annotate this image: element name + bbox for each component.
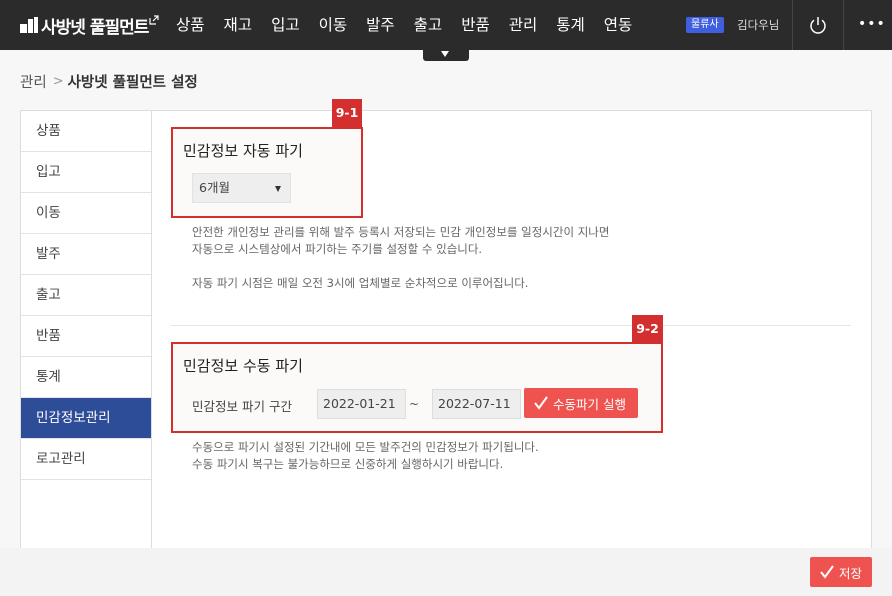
nav-item-products[interactable]: 상품 xyxy=(176,0,205,50)
sidebar-item-statistics[interactable]: 통계 xyxy=(21,357,151,398)
caret-down-icon xyxy=(441,51,449,57)
nav-expand-toggle[interactable] xyxy=(423,50,469,61)
section-divider xyxy=(171,325,851,326)
breadcrumb-root[interactable]: 관리 xyxy=(20,71,47,92)
top-navigation-bar: 사방넷 풀필먼트 상품 재고 입고 이동 발주 출고 반품 관리 통계 연동 물… xyxy=(0,0,892,50)
breadcrumb-separator: > xyxy=(52,73,64,89)
chevron-down-icon xyxy=(275,186,281,192)
manual-delete-description: 수동으로 파기시 설정된 기간내에 모든 발주건의 민감정보가 파기됩니다. 수… xyxy=(192,439,539,473)
user-name[interactable]: 김다우님 xyxy=(737,16,779,34)
description-line: 수동으로 파기시 설정된 기간내에 모든 발주건의 민감정보가 파기됩니다. xyxy=(192,440,539,454)
manual-delete-execute-label: 수동파기 실행 xyxy=(553,396,626,412)
sidebar-item-products[interactable]: 상품 xyxy=(21,111,151,152)
start-date-input[interactable]: 2022-01-21 xyxy=(317,389,406,419)
nav-item-orders[interactable]: 발주 xyxy=(366,0,395,50)
nav-item-returns[interactable]: 반품 xyxy=(461,0,490,50)
sidebar-item-returns[interactable]: 반품 xyxy=(21,316,151,357)
divider xyxy=(843,0,844,50)
sidebar-item-orders[interactable]: 발주 xyxy=(21,234,151,275)
check-icon xyxy=(534,396,548,410)
company-badge: 물류사 xyxy=(686,17,724,33)
settings-panel: 상품 입고 이동 발주 출고 반품 통계 민감정보관리 로고관리 9-1 민감정… xyxy=(20,99,872,596)
sidebar: 상품 입고 이동 발주 출고 반품 통계 민감정보관리 로고관리 xyxy=(21,111,152,596)
external-link-icon xyxy=(149,15,160,25)
range-label: 민감정보 파기 구간 xyxy=(192,399,292,414)
main-nav: 상품 재고 입고 이동 발주 출고 반품 관리 통계 연동 xyxy=(176,0,651,50)
range-tilde: ~ xyxy=(409,397,420,411)
page-title: 사방넷 풀필먼트 설정 xyxy=(67,74,198,91)
nav-item-management[interactable]: 관리 xyxy=(509,0,538,50)
sidebar-item-log-management[interactable]: 로고관리 xyxy=(21,439,151,480)
auto-delete-period-select[interactable]: 6개월 xyxy=(192,173,291,203)
description-line: 자동으로 시스템상에서 파기하는 주기를 설정할 수 있습니다. xyxy=(192,242,483,256)
save-label: 저장 xyxy=(839,565,863,581)
sidebar-item-transfer[interactable]: 이동 xyxy=(21,193,151,234)
check-icon xyxy=(820,565,834,579)
description-line: 자동 파기 시점은 매일 오전 3시에 업체별로 순차적으로 이루어집니다. xyxy=(192,276,529,290)
description-line: 안전한 개인정보 관리를 위해 발주 등록시 저장되는 민감 개인정보를 일정시… xyxy=(192,225,610,239)
sidebar-item-sensitive-info[interactable]: 민감정보관리 xyxy=(21,398,151,439)
more-icon[interactable]: ••• xyxy=(858,14,885,36)
logo[interactable]: 사방넷 풀필먼트 xyxy=(20,13,160,38)
logo-icon xyxy=(20,17,38,33)
end-date-input[interactable]: 2022-07-11 xyxy=(432,389,521,419)
sidebar-item-outbound[interactable]: 출고 xyxy=(21,275,151,316)
footer-bar: 저장 xyxy=(0,548,892,596)
nav-item-inventory[interactable]: 재고 xyxy=(224,0,253,50)
sidebar-item-inbound[interactable]: 입고 xyxy=(21,152,151,193)
manual-delete-execute-button[interactable]: 수동파기 실행 xyxy=(524,388,638,418)
auto-delete-title: 민감정보 자동 파기 xyxy=(183,142,303,160)
auto-delete-period-value: 6개월 xyxy=(199,180,230,195)
manual-delete-title: 민감정보 수동 파기 xyxy=(183,357,303,375)
divider xyxy=(792,0,793,50)
nav-item-transfer[interactable]: 이동 xyxy=(319,0,348,50)
annotation-tag-9-2: 9-2 xyxy=(632,315,663,343)
auto-delete-description: 안전한 개인정보 관리를 위해 발주 등록시 저장되는 민감 개인정보를 일정시… xyxy=(192,224,609,292)
breadcrumb: 관리 > 사방넷 풀필먼트 설정 xyxy=(20,71,198,91)
description-line: 수동 파기시 복구는 불가능하므로 신중하게 실행하시기 바랍니다. xyxy=(192,457,504,471)
nav-item-inbound[interactable]: 입고 xyxy=(271,0,300,50)
save-button[interactable]: 저장 xyxy=(810,557,872,587)
nav-item-outbound[interactable]: 출고 xyxy=(414,0,443,50)
nav-item-integration[interactable]: 연동 xyxy=(604,0,633,50)
power-icon[interactable] xyxy=(807,14,829,36)
logo-text: 사방넷 풀필먼트 xyxy=(41,17,149,38)
nav-item-statistics[interactable]: 통계 xyxy=(556,0,585,50)
annotation-tag-9-1: 9-1 xyxy=(332,99,362,127)
